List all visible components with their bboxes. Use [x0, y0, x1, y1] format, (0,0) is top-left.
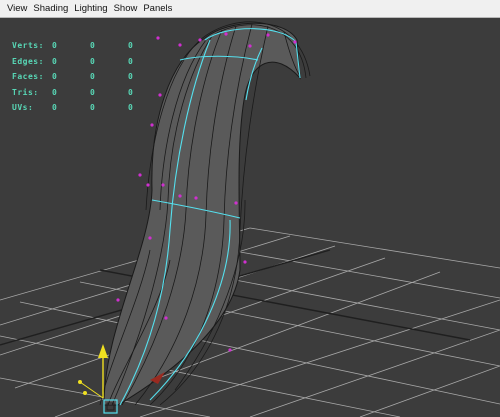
- hud-value: 0: [90, 72, 95, 82]
- hud-value: 0: [90, 56, 95, 66]
- ground-grid: [0, 227, 500, 417]
- hud-value: 0: [128, 103, 133, 113]
- hud-value: 0: [90, 87, 95, 97]
- hud-value: 0: [52, 41, 57, 51]
- menu-show[interactable]: Show: [111, 0, 141, 18]
- hud-row-tris: Tris: 0 0 0: [12, 85, 166, 101]
- hud-label: UVs:: [12, 103, 34, 113]
- hud-value: 0: [90, 103, 95, 113]
- menu-view[interactable]: View: [4, 0, 30, 18]
- poly-count-hud: Verts: 0 0 0 Edges: 0 0 0 Faces: 0 0 0 T…: [12, 38, 166, 116]
- hud-value: 0: [128, 87, 133, 97]
- hud-label: Edges:: [12, 56, 44, 66]
- hud-row-verts: Verts: 0 0 0: [12, 38, 166, 54]
- menu-lighting[interactable]: Lighting: [71, 0, 110, 18]
- hud-row-edges: Edges: 0 0 0: [12, 54, 166, 70]
- hud-value: 0: [52, 56, 57, 66]
- hud-value: 0: [52, 72, 57, 82]
- menu-shading[interactable]: Shading: [30, 0, 71, 18]
- hud-value: 0: [128, 72, 133, 82]
- hud-row-uvs: UVs: 0 0 0: [12, 100, 166, 116]
- hud-row-faces: Faces: 0 0 0: [12, 69, 166, 85]
- hud-value: 0: [128, 41, 133, 51]
- hud-label: Tris:: [12, 87, 39, 97]
- 3d-viewport[interactable]: Verts: 0 0 0 Edges: 0 0 0 Faces: 0 0 0 T…: [0, 18, 500, 417]
- hud-label: Verts:: [12, 41, 44, 51]
- hud-label: Faces:: [12, 72, 44, 82]
- menu-panels[interactable]: Panels: [140, 0, 175, 18]
- maya-viewport-window: View Shading Lighting Show Panels Verts:…: [0, 0, 500, 417]
- panel-menubar: View Shading Lighting Show Panels: [0, 0, 500, 18]
- hud-value: 0: [128, 56, 133, 66]
- hud-value: 0: [90, 41, 95, 51]
- hud-value: 0: [52, 103, 57, 113]
- hud-value: 0: [52, 87, 57, 97]
